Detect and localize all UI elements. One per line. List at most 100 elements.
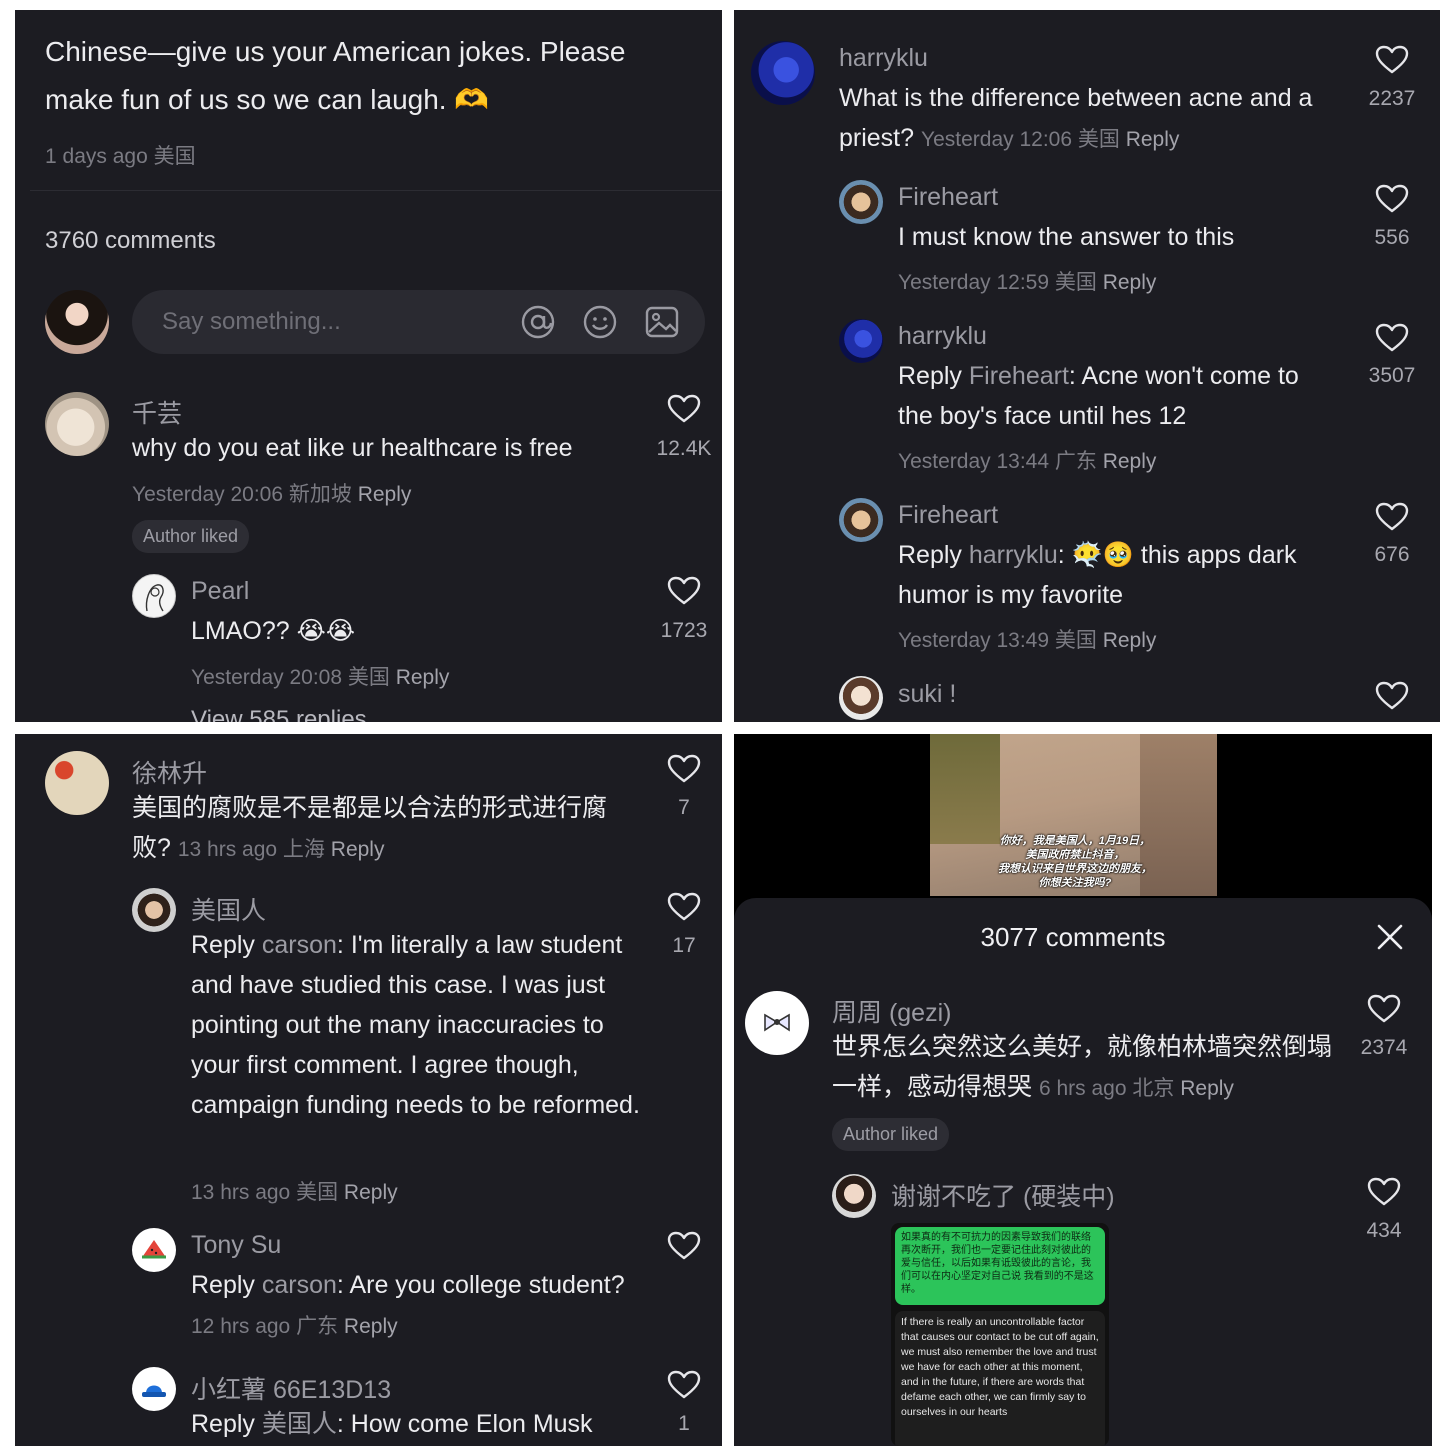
comment-text: Reply Fireheart: Acne won't come to the … — [898, 362, 1299, 430]
like-heart-icon[interactable] — [667, 576, 701, 606]
comment-meta: Yesterday 13:44 广东 Reply — [898, 445, 1156, 475]
commenter-name[interactable]: harryklu — [898, 322, 987, 351]
commenter-avatar[interactable] — [839, 319, 883, 363]
like-heart-icon[interactable] — [667, 1370, 701, 1400]
comment-input-placeholder[interactable]: Say something... — [162, 308, 341, 336]
reply-button[interactable]: Reply — [344, 1181, 398, 1204]
like-count: 1723 — [660, 619, 708, 642]
comments-count: 3760 comments — [45, 227, 216, 254]
reply-button[interactable]: Reply — [1126, 128, 1180, 151]
commenter-name[interactable]: harryklu — [839, 44, 928, 73]
commenter-avatar[interactable] — [839, 498, 883, 542]
comment-meta: 12 hrs ago 广东 Reply — [191, 1315, 398, 1338]
like-count: 2374 — [1360, 1036, 1408, 1059]
commenter-name[interactable]: suki ! — [898, 680, 956, 709]
panel-post-comments-1: Chinese—give us your American jokes. Ple… — [15, 10, 722, 722]
video-thumbnail[interactable]: 你好，我是美国人，1月19日， 美国政府禁止抖音， 我想认识来自世界这边的朋友，… — [930, 734, 1217, 896]
comment-meta: Yesterday 12:59 美国 Reply — [898, 266, 1156, 296]
bucket-hat-icon — [142, 1385, 166, 1397]
reply-to-user[interactable]: 美国人 — [262, 1410, 337, 1438]
commenter-avatar[interactable] — [132, 574, 176, 618]
reply-to-user[interactable]: carson — [262, 931, 337, 959]
reply-prefix: Reply — [191, 1410, 255, 1438]
chat-bubble-dark: If there is really an uncontrollable fac… — [895, 1311, 1105, 1446]
commenter-avatar[interactable] — [839, 676, 883, 720]
image-icon[interactable] — [644, 304, 680, 340]
like-heart-icon[interactable] — [1375, 502, 1409, 532]
like-heart-icon[interactable] — [1367, 1177, 1401, 1207]
reply-prefix: Reply — [898, 362, 962, 390]
panel-video-comments: 你好，我是美国人，1月19日， 美国政府禁止抖音， 我想认识来自世界这边的朋友，… — [734, 734, 1432, 1446]
reply-button[interactable]: Reply — [358, 483, 412, 506]
commenter-name[interactable]: 周周 (gezi) — [832, 993, 951, 1029]
comment-text: Reply 美国人: How come Elon Musk — [191, 1410, 593, 1438]
comment-time-location: Yesterday 13:49 美国 — [898, 629, 1097, 652]
comment-time-location: 13 hrs ago 美国 — [191, 1181, 339, 1204]
reply-button[interactable]: Reply — [331, 838, 385, 861]
panel-post-comments-2: harryklu What is the difference between … — [734, 10, 1440, 722]
comment-meta: Yesterday 13:49 美国 Reply — [898, 624, 1156, 654]
commenter-avatar[interactable] — [745, 991, 809, 1055]
comment-time-location: 6 hrs ago 北京 — [1038, 1077, 1175, 1100]
commenter-name[interactable]: Pearl — [191, 577, 249, 606]
commenter-name[interactable]: 千芸 — [132, 394, 182, 430]
commenter-avatar[interactable] — [839, 180, 883, 224]
grass-area — [930, 734, 1000, 844]
reply-button[interactable]: Reply — [1103, 271, 1157, 294]
commenter-avatar[interactable] — [832, 1174, 876, 1218]
comment-text: why do you eat like ur healthcare is fre… — [132, 434, 573, 462]
reply-to-user[interactable]: carson — [262, 1271, 337, 1299]
comment-time-location: Yesterday 12:06 美国 — [921, 128, 1120, 151]
comment-meta: 6 hrs ago 北京 Reply — [1039, 1077, 1234, 1100]
commenter-avatar[interactable] — [45, 751, 109, 815]
like-count: 1 — [678, 1412, 690, 1435]
commenter-avatar[interactable] — [751, 41, 815, 105]
reply-to-user[interactable]: harryklu — [969, 541, 1058, 569]
commenter-avatar[interactable] — [132, 888, 176, 932]
reply-button[interactable]: Reply — [396, 666, 450, 689]
commenter-name[interactable]: 小红薯 66E13D13 — [191, 1370, 391, 1406]
close-icon[interactable] — [1377, 924, 1403, 950]
like-count: 17 — [672, 934, 696, 957]
like-heart-icon[interactable] — [1375, 45, 1409, 75]
comment-image[interactable]: 如果真的有不可抗力的因素导致我们的联络再次断开，我们也一定要记住此刻对彼此的爱与… — [891, 1223, 1109, 1446]
like-heart-icon[interactable] — [667, 394, 701, 424]
like-heart-icon[interactable] — [667, 754, 701, 784]
bow-icon — [764, 1013, 790, 1032]
reply-to-user[interactable]: Fireheart — [969, 362, 1069, 390]
comment-meta: Yesterday 12:06 美国 Reply — [921, 128, 1179, 151]
commenter-name[interactable]: Fireheart — [898, 501, 998, 530]
commenter-avatar[interactable] — [132, 1367, 176, 1411]
like-heart-icon[interactable] — [667, 1231, 701, 1261]
mention-icon[interactable] — [520, 304, 556, 340]
commenter-name[interactable]: 徐林升 — [132, 754, 207, 790]
comment-meta: 13 hrs ago 美国 Reply — [191, 1176, 398, 1206]
comment-input-box[interactable]: Say something... — [132, 290, 705, 354]
reply-button[interactable]: Reply — [1180, 1077, 1234, 1100]
commenter-name[interactable]: 美国人 — [191, 891, 266, 927]
comment-meta: Yesterday 20:08 美国 Reply — [191, 661, 449, 691]
video-caption: 你好，我是美国人，1月19日， 美国政府禁止抖音， 我想认识来自世界这边的朋友，… — [998, 835, 1152, 889]
reply-button[interactable]: Reply — [344, 1315, 398, 1338]
like-heart-icon[interactable] — [1367, 994, 1401, 1024]
reply-button[interactable]: Reply — [1103, 450, 1157, 473]
commenter-name[interactable]: Fireheart — [898, 183, 998, 212]
like-heart-icon[interactable] — [667, 892, 701, 922]
divider — [30, 190, 722, 191]
commenter-name[interactable]: Tony Su — [191, 1231, 281, 1260]
comment-time-location: Yesterday 12:59 美国 — [898, 271, 1097, 294]
commenter-avatar[interactable] — [45, 392, 109, 456]
commenter-avatar[interactable] — [132, 1228, 176, 1272]
reply-button[interactable]: Reply — [1103, 629, 1157, 652]
comment-text: Reply carson: I'm literally a law studen… — [191, 931, 640, 1119]
comment-text: What is the difference between acne and … — [839, 78, 1339, 160]
comment-meta: Yesterday 20:06 新加坡 Reply — [132, 478, 411, 508]
commenter-name[interactable]: 谢谢不吃了 (硬装中) — [891, 1177, 1115, 1213]
like-heart-icon[interactable] — [1375, 184, 1409, 214]
emoji-icon[interactable] — [582, 304, 618, 340]
user-avatar[interactable] — [45, 290, 109, 354]
like-heart-icon[interactable] — [1375, 681, 1409, 711]
like-heart-icon[interactable] — [1375, 323, 1409, 353]
view-replies-link[interactable]: View 585 replies — [191, 706, 367, 722]
like-count: 2237 — [1368, 87, 1416, 110]
